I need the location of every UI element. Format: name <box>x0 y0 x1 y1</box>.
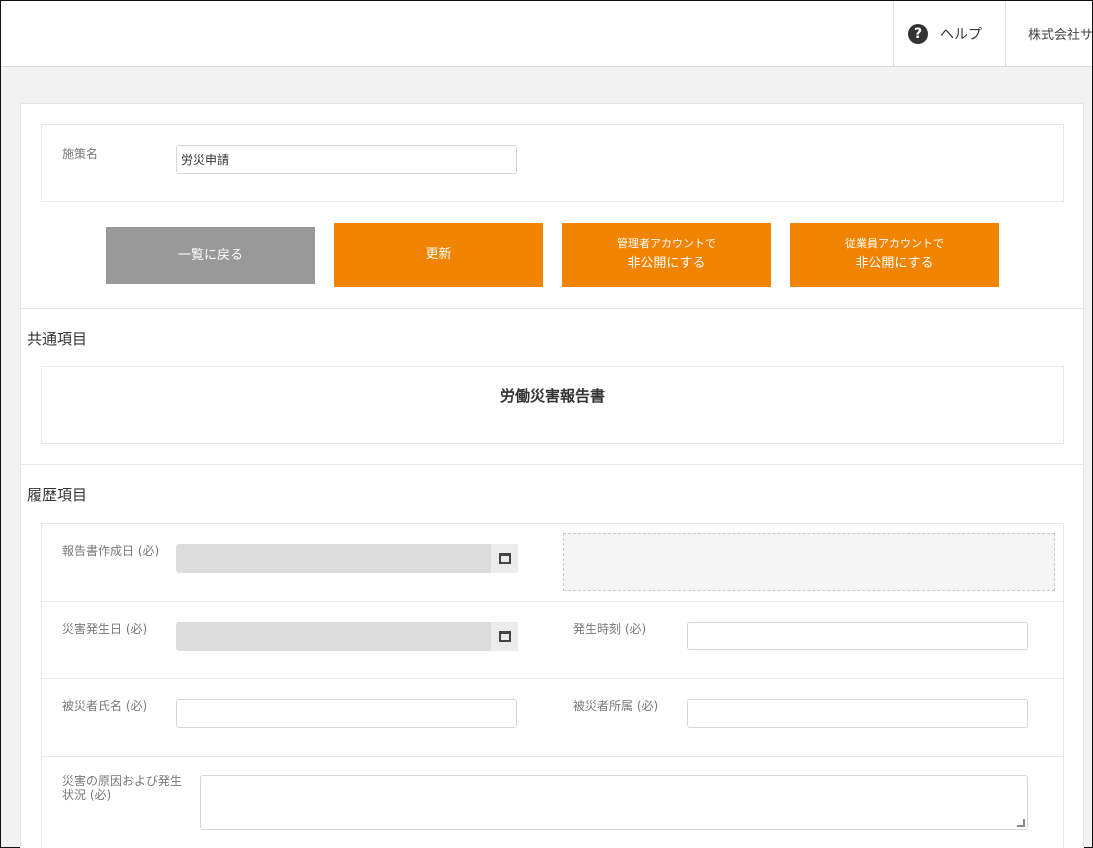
help-label: ヘルプ <box>940 27 982 43</box>
update-button[interactable]: 更新 <box>334 223 543 287</box>
victim-name-label: 被災者氏名 (必) <box>62 699 148 713</box>
hide-from-admin-line2: 非公開にする <box>627 256 706 271</box>
top-bar: ? ヘルプ 株式会社サ <box>1 1 1093 67</box>
cause-label: 災害の原因および発生 状況 (必) <box>62 774 182 802</box>
row-divider <box>42 678 1063 679</box>
history-section-title: 履歴項目 <box>27 486 88 504</box>
common-section-title: 共通項目 <box>27 330 88 348</box>
policy-name-input[interactable]: 労災申請 <box>176 145 517 174</box>
incident-time-input[interactable] <box>687 622 1028 650</box>
row-divider <box>42 756 1063 757</box>
policy-name-panel: 施策名 労災申請 <box>41 124 1064 202</box>
update-label: 更新 <box>425 247 452 262</box>
content-card: 施策名 労災申請 一覧に戻る 更新 管理者アカウントで 非公開にする 従業員アカ… <box>20 103 1084 848</box>
row-divider <box>42 601 1063 602</box>
back-to-list-button[interactable]: 一覧に戻る <box>106 227 315 284</box>
hide-from-employee-button[interactable]: 従業員アカウントで 非公開にする <box>790 223 999 287</box>
victim-dept-label: 被災者所属 (必) <box>573 699 659 713</box>
hide-from-admin-line1: 管理者アカウントで <box>617 237 716 250</box>
victim-dept-input[interactable] <box>687 699 1028 728</box>
back-to-list-label: 一覧に戻る <box>177 247 243 263</box>
calendar-icon[interactable] <box>491 544 518 573</box>
cause-textarea[interactable] <box>200 775 1028 830</box>
empty-field-slot <box>563 533 1055 591</box>
report-date-input[interactable] <box>176 544 491 573</box>
divider <box>21 464 1083 465</box>
policy-name-label: 施策名 <box>62 147 99 161</box>
calendar-icon[interactable] <box>491 622 518 651</box>
resize-handle-icon[interactable] <box>1017 819 1025 827</box>
common-report-box: 労働災害報告書 <box>41 366 1064 444</box>
help-link[interactable]: ? ヘルプ <box>893 1 1006 67</box>
incident-date-input[interactable] <box>176 622 491 651</box>
company-name[interactable]: 株式会社サ <box>1028 24 1093 43</box>
report-title: 労働災害報告書 <box>499 387 605 405</box>
victim-name-input[interactable] <box>176 699 517 728</box>
report-date-label: 報告書作成日 (必) <box>62 544 160 558</box>
incident-time-label: 発生時刻 (必) <box>573 622 647 636</box>
incident-date-label: 災害発生日 (必) <box>62 622 148 636</box>
history-form: 報告書作成日 (必) 災害発生日 (必) 発生時刻 (必) 被災者氏名 (必) … <box>41 523 1064 848</box>
cause-label-line1: 災害の原因および発生 <box>62 774 183 788</box>
help-icon: ? <box>908 24 928 44</box>
cause-label-line2: 状況 (必) <box>62 788 112 802</box>
divider <box>21 308 1083 309</box>
hide-from-employee-line1: 従業員アカウントで <box>845 237 944 250</box>
hide-from-admin-button[interactable]: 管理者アカウントで 非公開にする <box>562 223 771 287</box>
hide-from-employee-line2: 非公開にする <box>855 256 934 271</box>
